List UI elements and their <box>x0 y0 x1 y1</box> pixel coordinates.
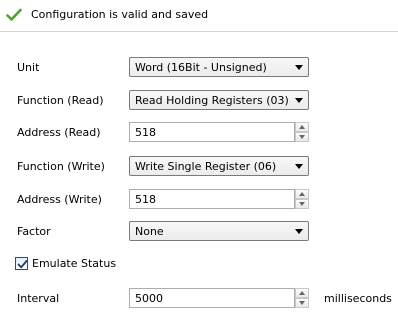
arrow-up-icon <box>299 125 305 129</box>
address-read-input[interactable] <box>129 122 295 142</box>
arrow-down-icon <box>299 202 305 206</box>
checkbox-box[interactable] <box>15 257 28 270</box>
function-write-label: Function (Write) <box>17 160 105 173</box>
function-read-select-value: Read Holding Registers (03) <box>135 94 289 107</box>
unit-label: Unit <box>17 61 40 74</box>
configuration-page: Configuration is valid and saved Unit Wo… <box>0 0 398 330</box>
factor-select-value: None <box>135 225 164 238</box>
function-write-select[interactable]: Write Single Register (06) <box>129 156 309 176</box>
checkmark-icon <box>17 260 28 269</box>
arrow-down-icon <box>299 135 305 139</box>
unit-select-value: Word (16Bit - Unsigned) <box>135 61 267 74</box>
interval-spinner <box>129 288 309 308</box>
function-write-select-value: Write Single Register (06) <box>135 160 277 173</box>
address-write-increment-button[interactable] <box>295 189 309 199</box>
status-bar: Configuration is valid and saved <box>0 0 398 31</box>
arrow-up-icon <box>299 192 305 196</box>
interval-units-label: milliseconds <box>324 292 392 305</box>
address-write-decrement-button[interactable] <box>295 199 309 209</box>
unit-select[interactable]: Word (16Bit - Unsigned) <box>129 57 309 77</box>
check-icon <box>6 8 22 22</box>
interval-input[interactable] <box>129 288 295 308</box>
chevron-down-icon <box>295 65 303 70</box>
address-write-label: Address (Write) <box>17 193 102 206</box>
arrow-down-icon <box>299 301 305 305</box>
factor-select[interactable]: None <box>129 221 309 241</box>
arrow-up-icon <box>299 291 305 295</box>
settings-panel: Unit Word (16Bit - Unsigned) Function (R… <box>0 32 398 330</box>
function-read-label: Function (Read) <box>17 94 104 107</box>
address-read-decrement-button[interactable] <box>295 132 309 142</box>
factor-label: Factor <box>17 225 51 238</box>
address-read-increment-button[interactable] <box>295 122 309 132</box>
emulate-status-label: Emulate Status <box>32 257 117 270</box>
address-read-label: Address (Read) <box>17 126 101 139</box>
chevron-down-icon <box>295 164 303 169</box>
interval-decrement-button[interactable] <box>295 298 309 308</box>
status-message: Configuration is valid and saved <box>31 8 209 21</box>
chevron-down-icon <box>295 229 303 234</box>
address-read-spinner <box>129 122 309 142</box>
interval-increment-button[interactable] <box>295 288 309 298</box>
address-write-spinner <box>129 189 309 209</box>
address-write-input[interactable] <box>129 189 295 209</box>
chevron-down-icon <box>295 98 303 103</box>
function-read-select[interactable]: Read Holding Registers (03) <box>129 90 309 110</box>
interval-label: Interval <box>17 292 60 305</box>
